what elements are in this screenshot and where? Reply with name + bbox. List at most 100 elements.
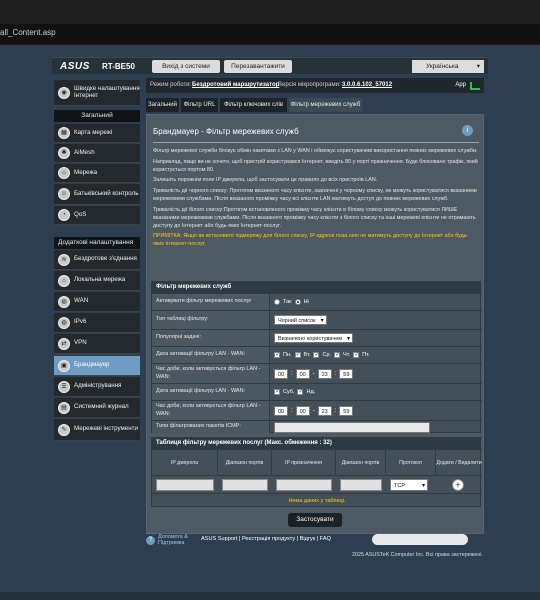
weekday-start-minute[interactable]: 00 — [295, 368, 310, 379]
add-rule-button[interactable]: + — [452, 479, 464, 491]
sidebar-item-network-map[interactable]: ▦ Карта мережі — [54, 124, 140, 143]
router-header: ASUS RT-BE50 Вихід з системи Перезаванта… — [52, 57, 488, 74]
saturday-checkbox[interactable] — [274, 387, 281, 395]
sunday-checkbox[interactable] — [297, 387, 304, 395]
sidebar-item-vpn[interactable]: ⇄ VPN — [54, 334, 140, 354]
network-map-icon: ▦ — [58, 127, 70, 139]
destination-ip-input[interactable] — [276, 479, 332, 491]
aimesh-icon: ✱ — [58, 147, 70, 159]
source-ip-input[interactable] — [156, 479, 214, 491]
weekend-start-minute[interactable]: 00 — [295, 405, 310, 416]
help-icon[interactable]: i — [462, 125, 473, 136]
desc-paragraph: Тривалість дії чорного списку: Протягом … — [153, 188, 477, 203]
asus-logo[interactable]: ASUS — [60, 61, 90, 72]
friday-checkbox[interactable] — [353, 350, 360, 358]
mode-link[interactable]: Бездротовий маршрутизатор — [192, 82, 279, 88]
sidebar-item-lan[interactable]: ⌂ Локальна мережа — [54, 271, 140, 291]
monday-checkbox[interactable] — [274, 350, 281, 358]
sidebar-item-system-log[interactable]: ▤ Системний журнал — [54, 398, 140, 418]
filter-type-label: Тип таблиці фільтру: — [152, 311, 270, 329]
icmp-input[interactable] — [274, 421, 430, 433]
network-status-icon[interactable] — [470, 82, 480, 90]
status-bar: Режим роботи: Бездротовий маршрутизатор … — [146, 78, 484, 93]
enable-label: Активувати фільтр мережевих послуг — [152, 294, 270, 310]
tab-keyword-filter[interactable]: Фільтр ключових слів — [220, 98, 288, 112]
tab-network-services-filter[interactable]: Фільтр мережевих служб — [289, 98, 363, 112]
rules-table-header: Таблиця фільтру мережевих послуг (Макс. … — [152, 438, 480, 449]
sidebar-item-parental-control[interactable]: ☺ Батьківський контроль — [54, 184, 140, 205]
app-link[interactable]: App — [455, 82, 466, 88]
protocol-select[interactable]: TCP — [390, 479, 428, 492]
wednesday-checkbox[interactable] — [313, 350, 320, 358]
filter-type-select[interactable]: Чорний список — [274, 315, 327, 326]
network-icon: ⌂ — [58, 167, 70, 179]
weekend-start-hour[interactable]: 00 — [274, 405, 288, 416]
sidebar-item-label: QoS — [74, 210, 87, 218]
apply-button[interactable]: Застосувати — [288, 513, 342, 527]
sidebar-item-ipv6[interactable]: ◍ IPv6 — [54, 313, 140, 333]
chevron-down-icon: ▾ — [476, 63, 480, 70]
weekend-row: Дата активації фільтру LAN - WAN: Суб. Н… — [152, 383, 482, 400]
enable-no-label: Ні — [303, 299, 309, 305]
col-source-ip: IP джерела — [152, 450, 218, 476]
weekend-time-row: Час доби, коли активується фільтр LAN - … — [152, 400, 482, 420]
tuesday-checkbox[interactable] — [294, 350, 301, 358]
sidebar-item-network-tools[interactable]: ✎ Мережеві інструменти — [54, 419, 140, 441]
footer: ? Допомога & Підтримка ASUS Support | Ре… — [146, 534, 484, 548]
browser-url-text[interactable]: all_Content.asp — [0, 28, 56, 37]
language-label: Українська — [426, 63, 459, 70]
desc-paragraph: Тривалість дії білого списку:Протягом вс… — [153, 206, 476, 229]
rules-table: Таблиця фільтру мережевих послуг (Макс. … — [151, 437, 482, 507]
sidebar-item-administration[interactable]: ☰ Адміністрування — [54, 377, 140, 397]
enable-row: Активувати фільтр мережевих послуг Так Н… — [152, 293, 482, 310]
firmware-link[interactable]: 3.0.0.6.102_57012 — [342, 82, 392, 88]
logout-button[interactable]: Вихід з системи — [152, 60, 220, 73]
footer-search-input[interactable] — [372, 534, 468, 545]
sidebar-item-label: Адміністрування — [74, 382, 122, 390]
source-port-input[interactable] — [222, 479, 268, 491]
page-title: Брандмауер - Фільтр мережевих служб — [153, 127, 299, 136]
tab-general[interactable]: Загальний — [146, 98, 180, 112]
weekday-end-minute[interactable]: 59 — [339, 368, 354, 379]
wan-icon: ◍ — [58, 295, 70, 308]
tab-url-filter[interactable]: Фільтр URL — [181, 98, 219, 112]
desc-paragraph: Фільтр мережевої служби блокує обмін пак… — [153, 148, 478, 154]
weekday-label: Дата активації фільтру LAN - WAN: — [152, 347, 270, 363]
sidebar-item-label: Батьківський контроль — [74, 189, 139, 197]
day-label: Чт. — [343, 352, 351, 358]
footer-links[interactable]: ASUS Support | Реєстрація продукту | Від… — [201, 536, 331, 542]
sidebar-item-label: AiMesh — [74, 148, 95, 156]
sidebar-item-wireless[interactable]: ≋ Бездротове з'єднання — [54, 250, 140, 270]
weekend-end-minute[interactable]: 59 — [339, 405, 354, 416]
sidebar-item-label: Бездротове з'єднання — [74, 255, 137, 263]
bottom-strip — [0, 592, 540, 600]
filter-type-row: Тип таблиці фільтру: Чорний список — [152, 310, 482, 329]
language-select[interactable]: Українська ▾ — [412, 60, 484, 73]
enable-yes-radio[interactable] — [274, 299, 280, 305]
lan-icon: ⌂ — [58, 274, 70, 287]
destination-port-input[interactable] — [340, 479, 382, 491]
sidebar-item-aimesh[interactable]: ✱ AiMesh — [54, 144, 140, 163]
weekday-start-hour[interactable]: 00 — [274, 368, 288, 379]
weekend-end-hour[interactable]: 23 — [317, 405, 332, 416]
col-port-range-dest: Діапазон портів — [336, 450, 386, 476]
sidebar-item-firewall[interactable]: ▣ Брандмауер — [54, 356, 140, 376]
thursday-checkbox[interactable] — [334, 350, 341, 358]
help-support[interactable]: ? Допомога & Підтримка — [146, 534, 194, 546]
ipv6-icon: ◍ — [58, 316, 70, 329]
popular-select[interactable]: Визначено користувачем — [274, 333, 354, 344]
weekday-end-hour[interactable]: 23 — [317, 368, 332, 379]
qos-icon: ◔ — [58, 209, 70, 221]
reboot-button[interactable]: Перезавантажити — [224, 60, 292, 73]
sidebar-item-quick-setup[interactable]: ◉ Швидке налаштування Інтернет — [54, 80, 140, 106]
sidebar-item-wan[interactable]: ◍ WAN — [54, 292, 140, 312]
col-port-range-source: Діапазон портів — [218, 450, 272, 476]
rules-input-row: TCP + — [152, 475, 482, 493]
enable-no-radio[interactable] — [294, 299, 301, 305]
filter-table-header: Фільтр мережевих служб — [152, 282, 480, 293]
sidebar-item-qos[interactable]: ◔ QoS — [54, 206, 140, 225]
weekday-time-label: Час доби, коли активується фільтр LAN - … — [152, 364, 270, 383]
day-label: Нд. — [306, 389, 316, 395]
sidebar-item-network[interactable]: ⌂ Мережа — [54, 164, 140, 183]
help-support-label: Допомога & Підтримка — [158, 534, 188, 547]
